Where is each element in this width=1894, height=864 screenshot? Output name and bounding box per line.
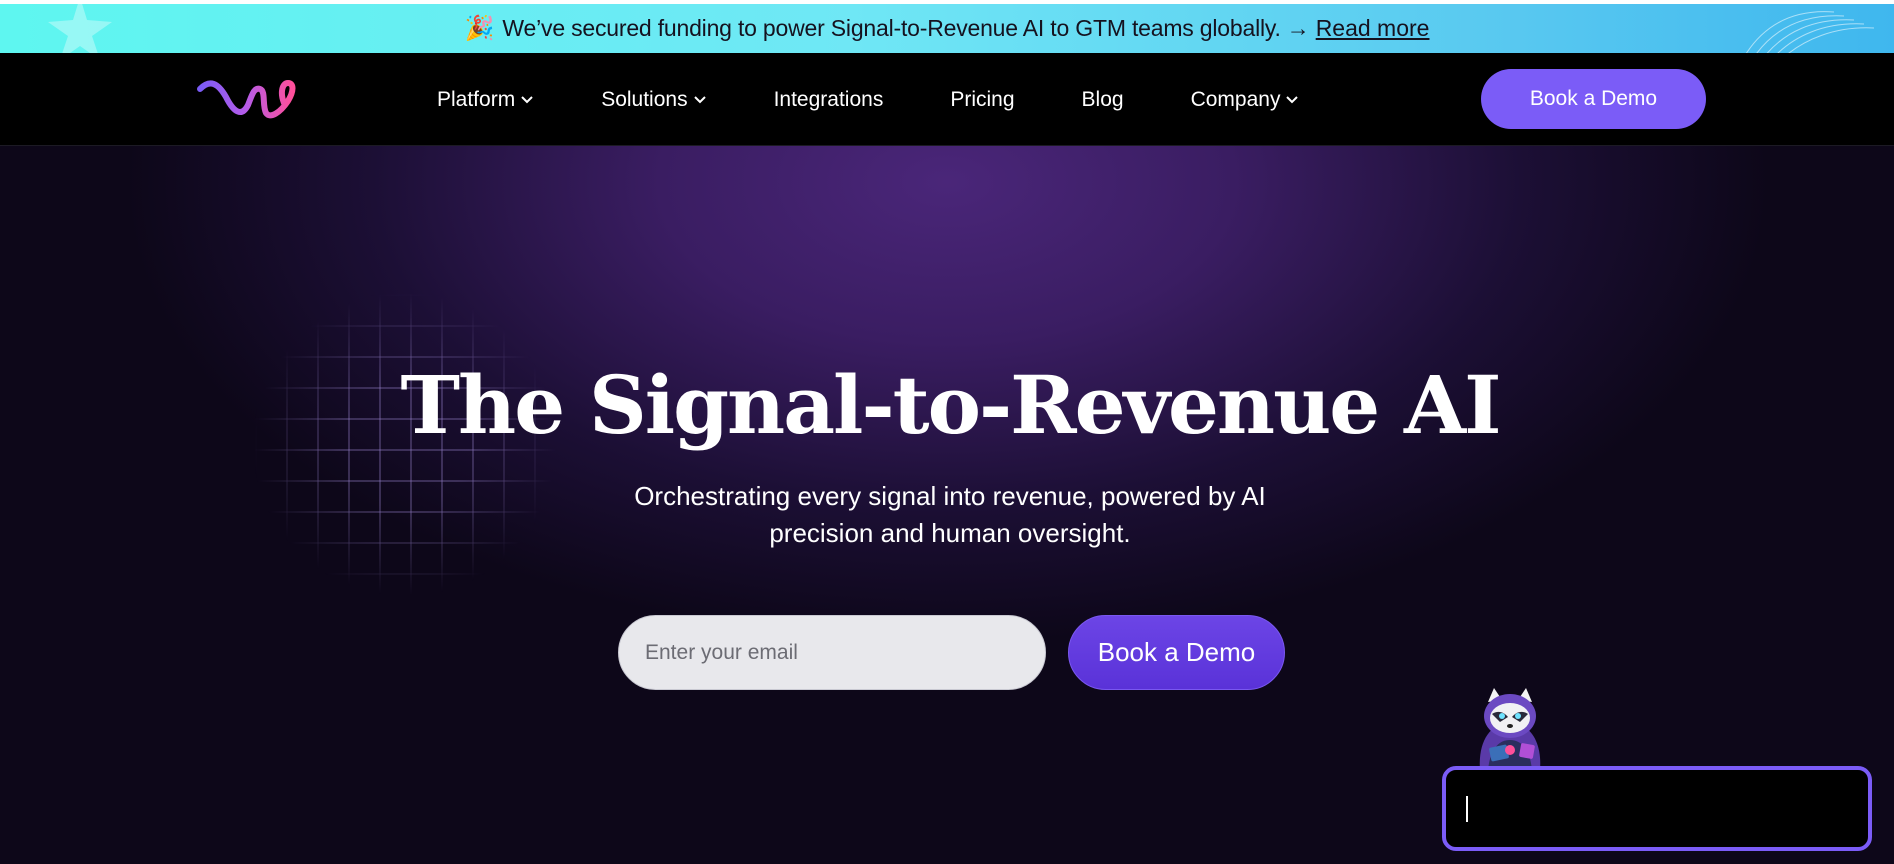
star-decoration-icon — [48, 4, 112, 53]
nav-item-platform[interactable]: Platform — [437, 88, 534, 112]
nav-item-label: Platform — [437, 87, 516, 111]
announcement-bar: 🎉 We’ve secured funding to power Signal-… — [0, 0, 1894, 53]
nav-item-solutions[interactable]: Solutions — [601, 88, 706, 112]
chevron-down-icon — [1286, 95, 1299, 103]
nav-item-integrations[interactable]: Integrations — [774, 88, 884, 112]
hero-subtitle-line-1: Orchestrating every signal into revenue,… — [634, 481, 1266, 511]
swirl-decoration-icon — [1746, 11, 1875, 53]
email-input[interactable] — [618, 615, 1046, 690]
nav-item-label: Pricing — [950, 87, 1015, 111]
nav-item-label: Integrations — [773, 87, 884, 111]
chat-input-box[interactable] — [1442, 766, 1872, 851]
raccoon-mascot-icon[interactable] — [1460, 684, 1560, 770]
hero-subtitle-line-2: precision and human oversight. — [769, 518, 1131, 548]
announcement-message: We’ve secured funding to power Signal-to… — [502, 15, 1281, 41]
nav-menu: Platform Solutions Integrations Pricing … — [437, 53, 1366, 146]
nav-item-label: Company — [1190, 87, 1281, 111]
text-cursor — [1466, 796, 1468, 822]
top-navigation: Platform Solutions Integrations Pricing … — [0, 53, 1894, 146]
nav-item-company[interactable]: Company — [1191, 88, 1300, 112]
read-more-link[interactable]: Read more — [1316, 15, 1430, 42]
nav-item-pricing[interactable]: Pricing — [950, 88, 1014, 112]
brand-logo-icon[interactable] — [196, 73, 298, 123]
nav-item-label: Blog — [1081, 87, 1124, 111]
nav-item-label: Solutions — [601, 87, 688, 111]
hero-section: The Signal-to-Revenue AI Orchestrating e… — [0, 146, 1894, 864]
hero-subtitle: Orchestrating every signal into revenue,… — [597, 478, 1303, 552]
chevron-down-icon — [521, 95, 533, 103]
book-demo-nav-button[interactable]: Book a Demo — [1481, 69, 1706, 129]
nav-item-blog[interactable]: Blog — [1082, 88, 1124, 112]
arrow-right-icon: → — [1286, 15, 1310, 41]
chevron-down-icon — [693, 95, 706, 103]
page: 🎉 We’ve secured funding to power Signal-… — [0, 0, 1894, 864]
hero-title: The Signal-to-Revenue AI — [400, 358, 1502, 452]
party-popper-icon: 🎉 — [464, 15, 495, 42]
book-demo-hero-button[interactable]: Book a Demo — [1068, 615, 1285, 690]
